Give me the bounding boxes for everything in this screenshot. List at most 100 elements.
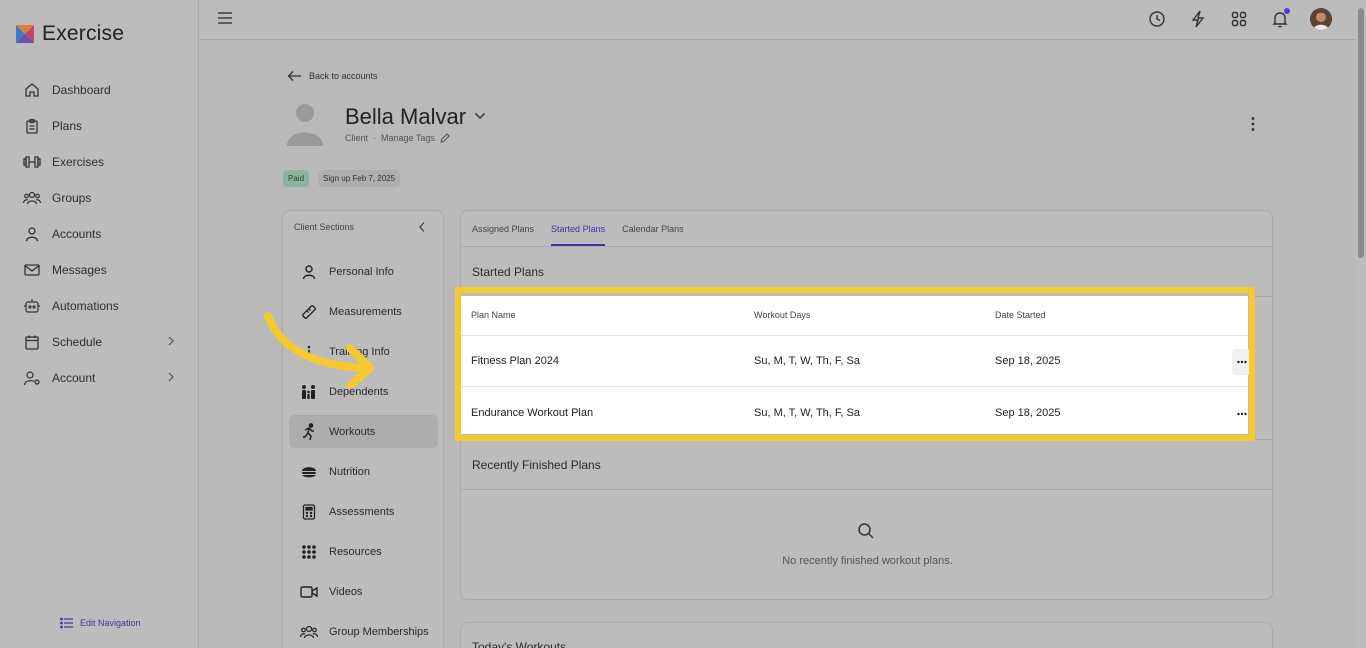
section-workouts[interactable]: Workouts xyxy=(289,415,438,448)
sidebar: Exercise Dashboard Plans Exercises Group… xyxy=(0,0,199,648)
arrow-left-icon xyxy=(287,70,302,82)
sidebar-item-label: Schedule xyxy=(52,335,103,349)
clipboard-icon xyxy=(22,116,42,136)
sidebar-item-label: Plans xyxy=(52,119,83,133)
sidebar-item-label: Automations xyxy=(52,299,119,313)
plan-tabs: Assigned Plans Started Plans Calendar Pl… xyxy=(472,211,684,247)
recently-finished-title: Recently Finished Plans xyxy=(472,458,601,472)
tab-assigned-plans[interactable]: Assigned Plans xyxy=(472,211,534,246)
scrollbar-thumb[interactable] xyxy=(1358,8,1364,258)
list-icon xyxy=(60,617,74,629)
client-name: Bella Malvar xyxy=(345,104,467,129)
edit-navigation-link[interactable]: Edit Navigation xyxy=(60,617,141,629)
edit-navigation-label: Edit Navigation xyxy=(80,618,141,628)
signup-date-badge: Sign up Feb 7, 2025 xyxy=(318,170,401,187)
table-header: Plan Name Workout Days Date Started xyxy=(461,296,1248,336)
running-icon xyxy=(300,422,318,441)
todays-workouts-card: Today's Workouts xyxy=(460,622,1273,648)
grid-icon xyxy=(300,543,318,561)
top-actions xyxy=(1146,8,1332,30)
notification-dot xyxy=(1284,8,1290,14)
food-icon xyxy=(300,463,318,481)
bell-icon[interactable] xyxy=(1269,8,1291,30)
history-icon[interactable] xyxy=(1146,8,1168,30)
started-plans-title: Started Plans xyxy=(472,265,545,279)
tabs-divider xyxy=(461,246,1272,247)
section-personal-info[interactable]: Personal Info xyxy=(289,255,438,288)
column-header-plan-name[interactable]: Plan Name xyxy=(471,310,516,320)
table-row[interactable]: Fitness Plan 2024 Su, M, T, W, Th, F, Sa… xyxy=(461,336,1252,387)
section-label: Videos xyxy=(329,585,363,598)
search-icon xyxy=(857,522,875,540)
client-role: Client xyxy=(345,133,369,143)
sidebar-item-messages[interactable]: Messages xyxy=(0,252,199,288)
chevron-left-icon[interactable] xyxy=(418,221,426,233)
page-scrollbar[interactable] xyxy=(1356,0,1366,648)
back-to-accounts-link[interactable]: Back to accounts xyxy=(287,70,378,82)
more-options-icon[interactable] xyxy=(1250,116,1256,132)
calendar-icon xyxy=(22,332,42,352)
plan-name[interactable]: Fitness Plan 2024 xyxy=(471,355,559,367)
pencil-icon[interactable] xyxy=(440,133,450,143)
client-sections-panel: Client Sections Personal Info Measuremen… xyxy=(282,210,444,648)
video-icon xyxy=(300,583,318,601)
row-more-icon[interactable] xyxy=(1232,349,1252,375)
groups-icon xyxy=(300,623,318,641)
sidebar-item-dashboard[interactable]: Dashboard xyxy=(0,72,199,108)
date-started: Sep 18, 2025 xyxy=(995,407,1061,419)
back-label: Back to accounts xyxy=(309,71,378,81)
sidebar-item-exercises[interactable]: Exercises xyxy=(0,144,199,180)
hamburger-menu-icon[interactable] xyxy=(217,11,233,25)
sidebar-item-label: Dashboard xyxy=(52,83,111,97)
tab-started-plans[interactable]: Started Plans xyxy=(551,211,606,246)
column-header-workout-days[interactable]: Workout Days xyxy=(754,310,810,320)
date-started: Sep 18, 2025 xyxy=(995,355,1061,367)
empty-state-text: No recently finished workout plans. xyxy=(782,555,953,567)
calculator-icon xyxy=(300,503,318,521)
row-more-icon[interactable] xyxy=(1232,401,1252,427)
section-label: Nutrition xyxy=(329,465,370,478)
robot-icon xyxy=(22,296,42,316)
manage-tags-link[interactable]: Manage Tags xyxy=(381,133,435,143)
tab-calendar-plans[interactable]: Calendar Plans xyxy=(622,211,684,246)
chevron-down-icon[interactable] xyxy=(474,112,486,120)
chevron-right-icon xyxy=(167,336,175,346)
sidebar-item-label: Messages xyxy=(52,263,107,277)
sidebar-item-automations[interactable]: Automations xyxy=(0,288,199,324)
sidebar-item-plans[interactable]: Plans xyxy=(0,108,199,144)
sidebar-item-schedule[interactable]: Schedule xyxy=(0,324,199,360)
sidebar-item-accounts[interactable]: Accounts xyxy=(0,216,199,252)
apps-grid-icon[interactable] xyxy=(1228,8,1250,30)
workout-days: Su, M, T, W, Th, F, Sa xyxy=(754,355,860,367)
section-label: Resources xyxy=(329,545,382,558)
sidebar-item-label: Groups xyxy=(52,191,92,205)
divider xyxy=(461,489,1272,490)
plan-name[interactable]: Endurance Workout Plan xyxy=(471,407,593,419)
lightning-icon[interactable] xyxy=(1187,8,1209,30)
sidebar-item-groups[interactable]: Groups xyxy=(0,180,199,216)
dumbbell-icon xyxy=(22,152,42,172)
person-icon xyxy=(300,263,318,281)
section-videos[interactable]: Videos xyxy=(289,575,438,608)
app-logo[interactable]: Exercise xyxy=(14,22,124,46)
sidebar-item-account[interactable]: Account xyxy=(0,360,199,396)
table-row[interactable]: Endurance Workout Plan Su, M, T, W, Th, … xyxy=(461,388,1248,439)
column-header-date-started[interactable]: Date Started xyxy=(995,310,1046,320)
started-plans-table: Plan Name Workout Days Date Started Fitn… xyxy=(461,296,1252,434)
user-avatar[interactable] xyxy=(1310,8,1332,30)
user-gear-icon xyxy=(22,368,42,388)
section-label: Workouts xyxy=(329,425,376,438)
section-group-memberships[interactable]: Group Memberships xyxy=(289,615,438,648)
user-icon xyxy=(22,224,42,244)
section-nutrition[interactable]: Nutrition xyxy=(289,455,438,488)
section-resources[interactable]: Resources xyxy=(289,535,438,568)
section-assessments[interactable]: Assessments xyxy=(289,495,438,528)
tutorial-arrow-icon xyxy=(264,312,374,388)
section-label: Personal Info xyxy=(329,265,394,278)
top-bar xyxy=(200,0,1356,40)
todays-workouts-title: Today's Workouts xyxy=(472,640,567,648)
client-subtitle: Client · Manage Tags xyxy=(345,133,450,143)
chevron-right-icon xyxy=(167,372,175,382)
groups-icon xyxy=(22,188,42,208)
status-badges: Paid Sign up Feb 7, 2025 xyxy=(283,170,401,187)
